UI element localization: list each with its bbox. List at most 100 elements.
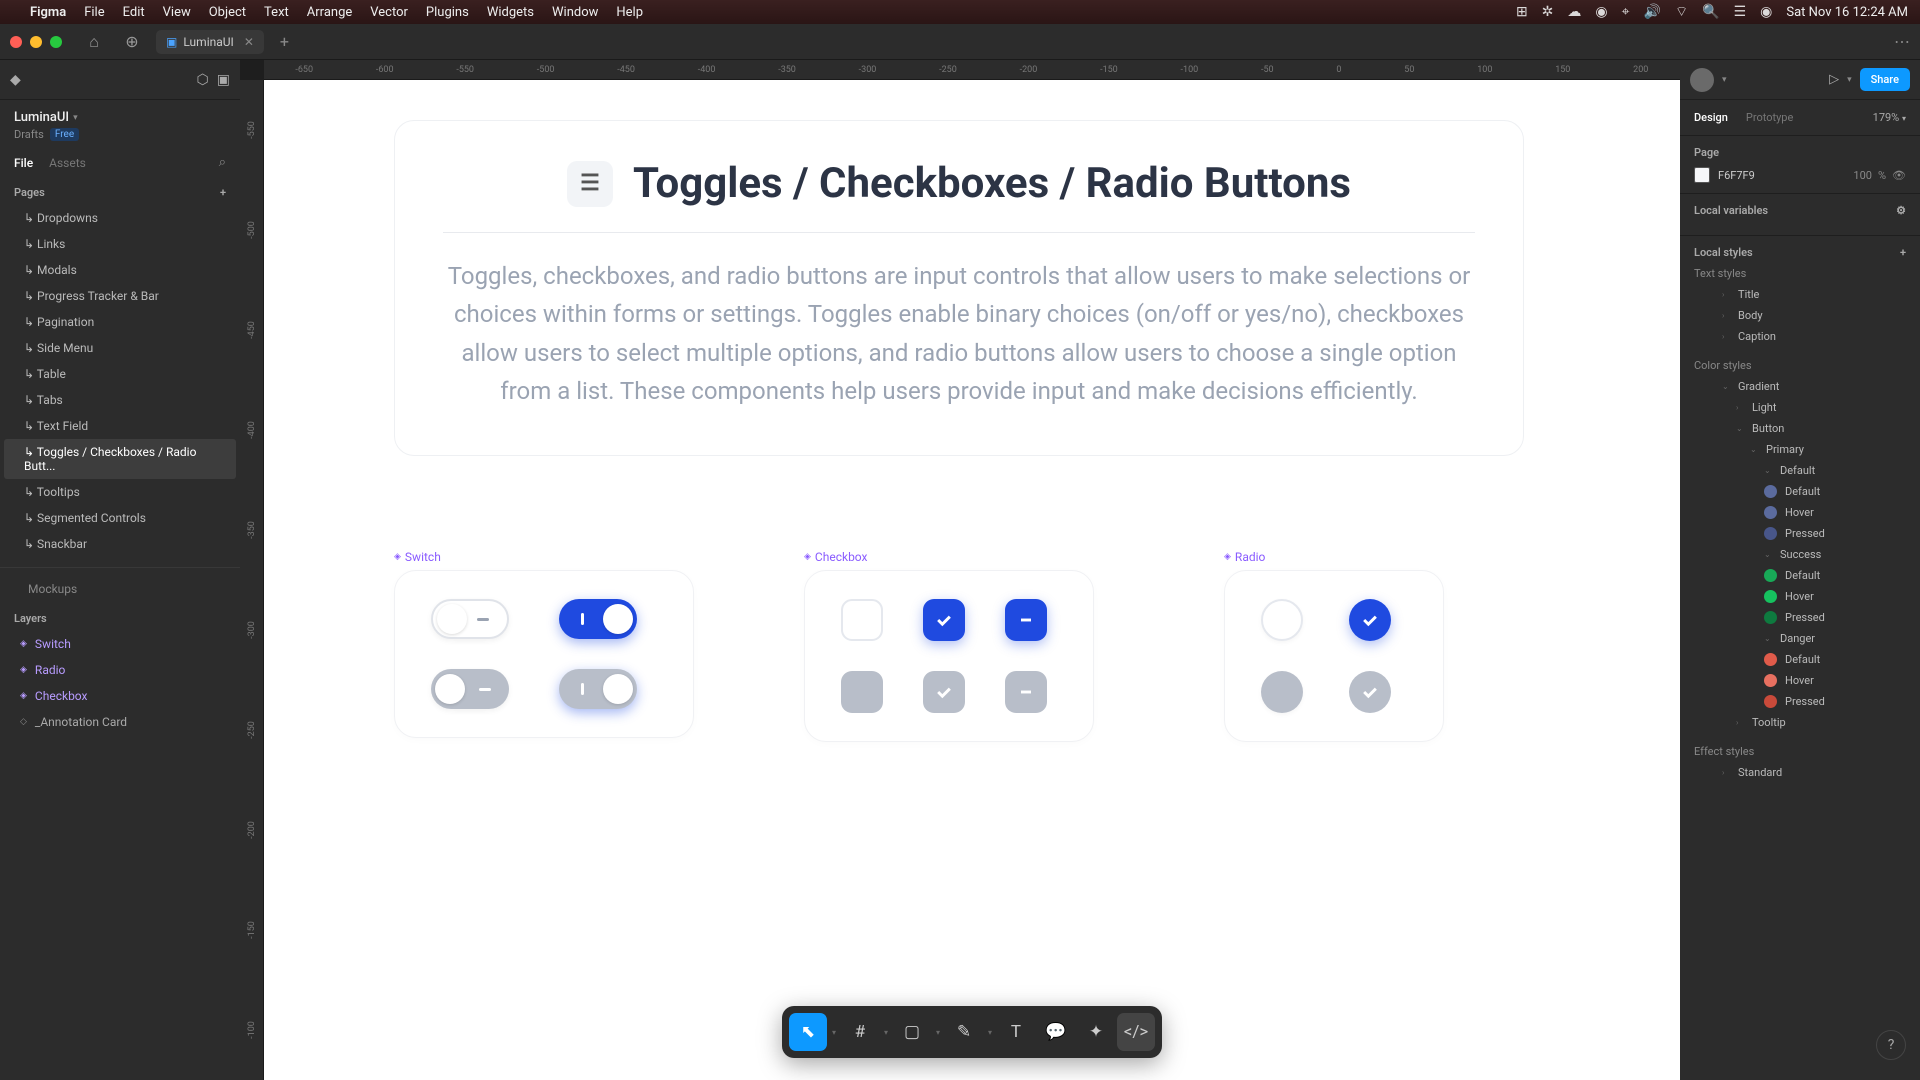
- sound-icon[interactable]: 🔊: [1644, 4, 1661, 20]
- style-item[interactable]: Pressed: [1694, 607, 1906, 628]
- tab-prototype[interactable]: Prototype: [1746, 111, 1793, 124]
- zoom-level[interactable]: 179% ▾: [1873, 111, 1906, 124]
- menu-object[interactable]: Object: [209, 5, 246, 20]
- share-button[interactable]: Share: [1860, 68, 1910, 91]
- layer-item[interactable]: ◈Switch: [0, 631, 240, 657]
- minimize-window-button[interactable]: [30, 36, 42, 48]
- play-icon[interactable]: ▷: [1829, 72, 1839, 87]
- layer-item[interactable]: ◈Radio: [0, 657, 240, 683]
- annotation-card[interactable]: ☰ Toggles / Checkboxes / Radio Buttons T…: [394, 120, 1524, 456]
- dev-mode-button[interactable]: </>: [1117, 1013, 1155, 1051]
- bluetooth-icon[interactable]: ⌖: [1622, 4, 1630, 20]
- switch-on[interactable]: [559, 599, 637, 639]
- avatar[interactable]: [1690, 68, 1714, 92]
- community-button[interactable]: ⊕: [118, 28, 146, 56]
- panel-toggle-icon[interactable]: ▣: [217, 72, 230, 88]
- checkbox-empty[interactable]: [841, 599, 883, 641]
- style-group[interactable]: ⌄Default: [1694, 460, 1906, 481]
- style-item[interactable]: Pressed: [1694, 691, 1906, 712]
- sync-icon[interactable]: ◉: [1595, 4, 1607, 20]
- checkbox-checked-disabled[interactable]: [923, 671, 965, 713]
- settings-icon[interactable]: ⚙: [1896, 204, 1906, 217]
- style-group[interactable]: ⌄Danger: [1694, 628, 1906, 649]
- chevron-down-icon[interactable]: ▾: [985, 1013, 995, 1051]
- add-page-icon[interactable]: +: [220, 186, 226, 199]
- menu-file[interactable]: File: [84, 5, 104, 20]
- tab-assets[interactable]: Assets: [49, 156, 86, 170]
- style-group[interactable]: ⌄Primary: [1694, 439, 1906, 460]
- frame-label-checkbox[interactable]: ◈Checkbox: [804, 550, 867, 564]
- radio-empty-disabled[interactable]: [1261, 671, 1303, 713]
- radio-checked-disabled[interactable]: [1349, 671, 1391, 713]
- menu-view[interactable]: View: [163, 5, 191, 20]
- switch-on-disabled[interactable]: [559, 669, 637, 709]
- radio-empty[interactable]: [1261, 599, 1303, 641]
- new-tab-button[interactable]: +: [280, 32, 289, 51]
- page-color-row[interactable]: F6F7F9 100 % 👁: [1694, 167, 1906, 183]
- style-item[interactable]: Default: [1694, 649, 1906, 670]
- shape-tool[interactable]: ▢: [893, 1013, 931, 1051]
- style-item[interactable]: Default: [1694, 481, 1906, 502]
- menu-text[interactable]: Text: [264, 5, 289, 20]
- layer-item[interactable]: ◈Checkbox: [0, 683, 240, 709]
- more-icon[interactable]: ⋯: [1894, 32, 1910, 51]
- menu-widgets[interactable]: Widgets: [487, 5, 534, 20]
- text-tool[interactable]: T: [997, 1013, 1035, 1051]
- move-tool[interactable]: ⬉: [789, 1013, 827, 1051]
- layer-item[interactable]: ◇_Annotation Card: [0, 709, 240, 735]
- search-icon[interactable]: ⌕: [219, 155, 226, 170]
- help-button[interactable]: ?: [1876, 1030, 1906, 1060]
- chevron-down-icon[interactable]: ▾: [1722, 75, 1727, 85]
- pen-tool[interactable]: ✎: [945, 1013, 983, 1051]
- frame-label-radio[interactable]: ◈Radio: [1224, 550, 1265, 564]
- style-item[interactable]: Hover: [1694, 502, 1906, 523]
- style-item[interactable]: ›Title: [1694, 284, 1906, 305]
- page-item[interactable]: ↳ Dropdowns: [4, 205, 236, 231]
- chevron-down-icon[interactable]: ▾: [933, 1013, 943, 1051]
- page-item[interactable]: ↳ Segmented Controls: [4, 505, 236, 531]
- style-group[interactable]: ⌄Success: [1694, 544, 1906, 565]
- menu-arrange[interactable]: Arrange: [307, 5, 352, 20]
- radio-checked[interactable]: [1349, 599, 1391, 641]
- page-item[interactable]: ↳ Modals: [4, 257, 236, 283]
- menu-vector[interactable]: Vector: [370, 5, 408, 20]
- comment-tool[interactable]: 💬: [1037, 1013, 1075, 1051]
- style-item[interactable]: Hover: [1694, 586, 1906, 607]
- frame-label-switch[interactable]: ◈Switch: [394, 550, 441, 564]
- style-item[interactable]: ›Light: [1694, 397, 1906, 418]
- page-item-active[interactable]: ↳ Toggles / Checkboxes / Radio Butt...: [4, 439, 236, 479]
- page-item[interactable]: ↳ Pagination: [4, 309, 236, 335]
- chevron-down-icon[interactable]: ▾: [881, 1013, 891, 1051]
- style-item[interactable]: ›Standard: [1694, 762, 1906, 783]
- style-item[interactable]: ›Tooltip: [1694, 712, 1906, 733]
- settings-icon[interactable]: ✲: [1542, 4, 1554, 20]
- style-item[interactable]: ›Caption: [1694, 326, 1906, 347]
- search-icon[interactable]: 🔍: [1702, 4, 1719, 20]
- switch-off[interactable]: [431, 599, 509, 639]
- style-group[interactable]: ⌄Gradient: [1694, 376, 1906, 397]
- checkbox-frame[interactable]: [804, 570, 1094, 742]
- siri-icon[interactable]: ◉: [1760, 4, 1772, 20]
- wifi-icon[interactable]: ⌔: [1675, 3, 1688, 21]
- figma-menu-icon[interactable]: ◆: [10, 72, 21, 88]
- page-item[interactable]: ↳ Text Field: [4, 413, 236, 439]
- page-item[interactable]: ↳ Tooltips: [4, 479, 236, 505]
- cloud-icon[interactable]: ☁: [1567, 4, 1581, 20]
- page-item[interactable]: ↳ Links: [4, 231, 236, 257]
- tab-design[interactable]: Design: [1694, 111, 1728, 124]
- chevron-down-icon[interactable]: ▾: [829, 1013, 839, 1051]
- menu-window[interactable]: Window: [552, 5, 598, 20]
- checkbox-checked[interactable]: [923, 599, 965, 641]
- file-tab[interactable]: ▣ LuminaUI ✕: [156, 30, 264, 54]
- home-button[interactable]: ⌂: [80, 28, 108, 56]
- control-center-icon[interactable]: ☰: [1734, 4, 1747, 20]
- page-item[interactable]: ↳ Side Menu: [4, 335, 236, 361]
- page-item[interactable]: ↳ Tabs: [4, 387, 236, 413]
- eye-icon[interactable]: 👁: [1892, 169, 1906, 182]
- canvas[interactable]: ☰ Toggles / Checkboxes / Radio Buttons T…: [264, 80, 1680, 1080]
- project-header[interactable]: LuminaUI ▾ DraftsFree: [0, 100, 240, 145]
- switch-frame[interactable]: [394, 570, 694, 738]
- mockups-item[interactable]: Mockups: [0, 567, 240, 602]
- add-icon[interactable]: +: [1900, 246, 1906, 259]
- tab-file[interactable]: File: [14, 156, 33, 170]
